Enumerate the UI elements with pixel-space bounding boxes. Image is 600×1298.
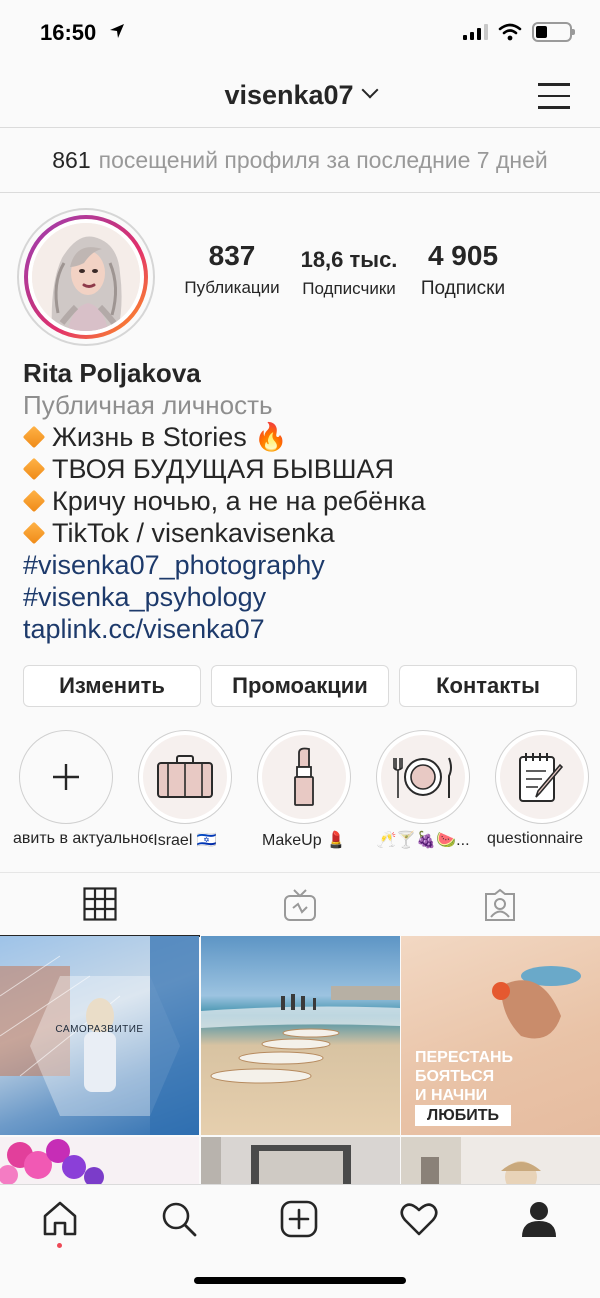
profile-visits-banner[interactable]: 861 посещений профиля за последние 7 дне… [0,129,600,193]
profile-stats: 837 Публикации 18,6 тыс. Подписчики 4 90… [172,240,592,310]
post-thumbnail[interactable]: САМОРАЗВИТИЕ [0,936,199,1135]
wifi-icon [498,23,522,41]
heart-icon[interactable] [399,1199,439,1239]
chevron-down-icon[interactable] [361,81,379,99]
profile-header: visenka07 [0,66,600,128]
hashtag-link[interactable]: #visenka_psyhology [23,581,593,613]
plate-icon [393,757,452,798]
following-count: 4 905 [427,240,499,271]
post-thumbnail[interactable] [201,1137,400,1184]
orange-diamond-icon [22,426,46,449]
orange-diamond-icon [22,458,46,481]
post-image [201,1137,351,1184]
notepad-icon [519,753,564,802]
highlight-label: questionnaire [487,830,584,847]
post-overlay-text: ПЕРЕСТАНЬ БОЯТЬСЯ И НАЧНИ ЛЮБИТЬ [415,1049,514,1126]
bio-line: Кричу ночью, а не на ребёнка [22,485,593,517]
tab-tagged[interactable] [400,873,600,937]
grid-icon [83,887,117,921]
post-thumbnail[interactable] [0,1137,199,1184]
suitcase-icon [157,755,213,798]
home-icon[interactable] [40,1199,80,1239]
highlight-questionnaire[interactable]: questionnaire [487,730,589,847]
post-thumbnail[interactable] [201,936,400,1135]
notification-dot [57,1243,62,1248]
full-name: Rita Poljakova [23,358,201,388]
search-icon[interactable] [159,1199,199,1239]
tab-igtv[interactable] [200,873,400,937]
posts-label: Публикации [184,278,280,297]
lipstick-icon [294,747,314,806]
contacts-button[interactable]: Контакты [399,665,577,707]
highlight-food[interactable]: 🥂🍸🍇🍉... [376,730,470,849]
status-time: 16:50 [40,20,97,45]
status-bar: 16:50 [0,0,600,66]
cellular-signal-icon [463,24,488,40]
profile-bio: Rita Poljakova Публичная личность Жизнь … [22,357,593,645]
avatar[interactable] [17,208,155,346]
location-arrow-icon [110,24,124,38]
followers-count: 18,6 тыс. [300,247,398,272]
account-switcher[interactable]: visenka07 [0,80,600,111]
followers-stat[interactable]: 18,6 тыс. Подписчики [289,240,409,299]
highlight-makeup[interactable]: MakeUp 💄 [257,730,351,849]
bio-line: TikTok / visenkavisenka [22,517,593,549]
menu-icon[interactable] [538,83,570,109]
visits-count: 861 [52,147,91,173]
posts-grid: САМОРАЗВИТИЕ ПЕРЕСТАНЬ БОЯТЬСЯ И НАЧНИ Л… [0,936,600,1184]
post-caption: САМОРАЗВИТИЕ [55,1024,144,1035]
following-stat[interactable]: 4 905 Подписки [408,240,518,300]
highlight-israel[interactable]: Israel 🇮🇱 [138,730,232,849]
following-label: Подписки [420,278,506,299]
post-thumbnail[interactable]: ПЕРЕСТАНЬ БОЯТЬСЯ И НАЧНИ ЛЮБИТЬ [401,936,600,1135]
profile-actions: Изменить Промоакции Контакты [23,665,577,707]
posts-count: 837 [208,240,256,271]
profile-category: Публичная личность [23,390,273,420]
avatar-illustration [32,223,140,331]
username[interactable]: visenka07 [224,80,353,110]
post-image [0,936,199,1135]
new-post-icon[interactable] [279,1199,319,1239]
edit-profile-button[interactable]: Изменить [23,665,201,707]
followers-label: Подписчики [302,279,396,298]
promotions-button[interactable]: Промоакции [211,665,389,707]
orange-diamond-icon [22,490,46,513]
highlight-new[interactable]: авить в актуальное [13,730,153,847]
bio-line: ТВОЯ БУДУЩАЯ БЫВШАЯ [22,453,593,485]
profile-tabs [0,872,600,937]
visits-text: посещений профиля за последние 7 дней [98,147,548,173]
tab-grid[interactable] [0,873,200,937]
home-indicator [194,1277,406,1284]
igtv-icon [284,889,316,921]
post-image [201,986,400,1084]
post-image [0,1139,104,1184]
bio-line: Жизнь в Stories 🔥 [22,421,593,453]
hashtag-link[interactable]: #visenka07_photography [23,549,593,581]
orange-diamond-icon [22,522,46,545]
website-link[interactable]: taplink.cc/visenka07 [23,613,593,645]
profile-icon[interactable] [519,1199,559,1239]
plus-icon [53,764,79,790]
post-image [401,1137,541,1184]
tagged-person-icon [485,888,515,921]
battery-icon [532,22,575,42]
post-thumbnail[interactable] [401,1137,600,1184]
posts-stat[interactable]: 837 Публикации [177,240,287,298]
